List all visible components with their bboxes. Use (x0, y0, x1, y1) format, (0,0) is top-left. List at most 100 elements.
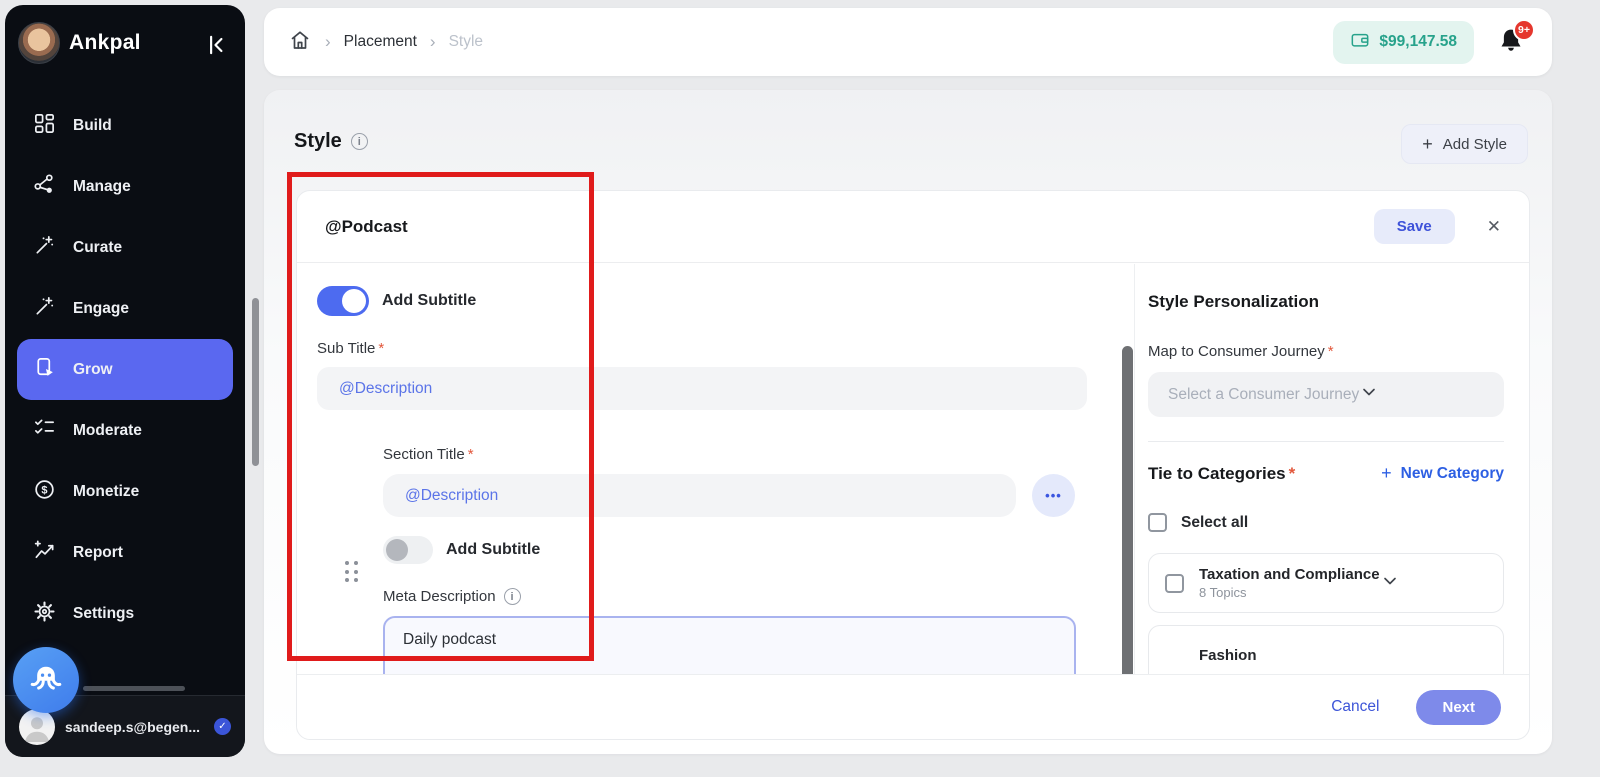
next-button[interactable]: Next (1416, 690, 1501, 725)
magic-wand-icon (33, 295, 56, 323)
sidebar-item-moderate[interactable]: Moderate (17, 400, 233, 461)
section-add-subtitle-toggle[interactable] (383, 536, 433, 564)
info-icon[interactable]: i (351, 133, 368, 150)
share-nodes-icon (33, 173, 56, 201)
more-options-button[interactable]: ••• (1032, 474, 1075, 517)
add-style-button[interactable]: + Add Style (1401, 124, 1528, 164)
required-asterisk: * (1328, 343, 1334, 360)
meta-description-label: Meta Description (383, 588, 496, 605)
card-footer: Cancel Next (297, 674, 1529, 739)
breadcrumb-placement[interactable]: Placement (344, 33, 417, 51)
sidebar-header: Ankpal (5, 5, 245, 83)
save-button[interactable]: Save (1374, 209, 1455, 244)
breadcrumb: › Placement › Style (288, 28, 483, 57)
user-email: sandeep.s@begen... (65, 719, 200, 735)
wallet-balance: $99,147.58 (1379, 33, 1457, 51)
form-scrollbar[interactable] (1122, 346, 1133, 674)
sidebar-item-label: Report (73, 544, 123, 562)
breadcrumb-separator: › (430, 32, 436, 52)
sidebar-item-report[interactable]: Report (17, 522, 233, 583)
toggle-knob (342, 289, 366, 313)
category-texts: Taxation and Compliance 8 Topics (1199, 566, 1380, 600)
assistant-octopus-button[interactable] (13, 647, 79, 713)
home-icon[interactable] (288, 28, 312, 57)
meta-description-label-row: Meta Description i (383, 588, 521, 605)
ankpal-app: Ankpal Build Manage Curate Engage (0, 0, 1600, 777)
section-title-input[interactable] (383, 474, 1016, 517)
categories-title: Tie to Categories* (1148, 464, 1295, 484)
sidebar-item-grow[interactable]: Grow (17, 339, 233, 400)
sidebar-item-label: Settings (73, 605, 134, 623)
notification-count-badge: 9+ (1513, 19, 1535, 41)
wallet-balance-pill[interactable]: $99,147.58 (1333, 21, 1474, 64)
sidebar-item-curate[interactable]: Curate (17, 217, 233, 278)
cancel-button[interactable]: Cancel (1331, 698, 1379, 716)
notifications-button[interactable]: 9+ (1496, 25, 1528, 59)
toggle-knob (386, 539, 408, 561)
sidebar-item-settings[interactable]: Settings (17, 583, 233, 644)
page-title: Style (294, 130, 342, 153)
new-category-button[interactable]: + New Category (1381, 463, 1504, 484)
sidebar-vertical-scrollbar[interactable] (252, 298, 259, 466)
sidebar-item-manage[interactable]: Manage (17, 156, 233, 217)
workspace-avatar[interactable] (18, 22, 60, 64)
sidebar-horizontal-scrollbar[interactable] (83, 686, 185, 691)
meta-description-textarea[interactable]: Daily podcast (383, 616, 1076, 674)
sidebar-item-build[interactable]: Build (17, 95, 233, 156)
drag-handle[interactable] (345, 561, 358, 582)
divider (1148, 441, 1504, 442)
sidebar-item-label: Engage (73, 300, 129, 318)
style-editor-card: @Podcast Save ✕ Add Subtitle Sub Title* … (296, 190, 1530, 740)
required-asterisk: * (378, 340, 384, 357)
close-icon[interactable]: ✕ (1487, 217, 1501, 237)
breadcrumb-style: Style (449, 33, 483, 51)
personalization-title: Style Personalization (1148, 292, 1504, 312)
style-form: Add Subtitle Sub Title* Section Title* •… (317, 264, 1117, 674)
sidebar-item-label: Build (73, 117, 112, 135)
required-asterisk: * (468, 446, 474, 463)
add-style-label: Add Style (1443, 136, 1507, 153)
plus-icon: + (1422, 134, 1433, 155)
sidebar-item-label: Manage (73, 178, 131, 196)
sidebar-item-label: Grow (73, 361, 113, 379)
category-card-fashion[interactable]: Fashion (1148, 625, 1504, 674)
style-personalization-panel: Style Personalization Map to Consumer Jo… (1134, 264, 1529, 674)
chevron-down-icon (1359, 382, 1379, 407)
select-all-row: Select all (1148, 513, 1504, 532)
topbar: › Placement › Style $99,147.58 9+ (264, 8, 1552, 76)
add-subtitle-toggle-row: Add Subtitle (317, 286, 476, 316)
sidebar-item-monetize[interactable]: $ Monetize (17, 461, 233, 522)
category-topics-count: 8 Topics (1199, 585, 1380, 600)
select-all-checkbox[interactable] (1148, 513, 1167, 532)
bell-icon (1496, 44, 1526, 61)
category-texts: Fashion (1199, 647, 1257, 664)
main-panel: Style i + Add Style @Podcast Save ✕ Add … (264, 90, 1552, 754)
page-title-row: Style i (294, 130, 368, 153)
magic-wand-icon (33, 234, 56, 262)
verified-badge-icon: ✓ (214, 718, 231, 735)
category-card-taxation[interactable]: Taxation and Compliance 8 Topics (1148, 553, 1504, 613)
sub-title-input[interactable] (317, 367, 1087, 410)
info-icon[interactable]: i (504, 588, 521, 605)
topbar-right: $99,147.58 9+ (1333, 21, 1528, 64)
sidebar-item-label: Curate (73, 239, 122, 257)
sub-title-label: Sub Title* (317, 340, 384, 357)
chevron-down-icon[interactable] (1380, 571, 1400, 596)
svg-text:$: $ (41, 484, 47, 496)
device-share-icon (33, 356, 56, 384)
add-subtitle-toggle[interactable] (317, 286, 369, 316)
style-name: @Podcast (325, 217, 408, 237)
category-checkbox[interactable] (1165, 574, 1184, 593)
sidebar-item-label: Monetize (73, 483, 139, 501)
collapse-sidebar-icon[interactable] (203, 32, 229, 58)
trend-chart-icon (33, 539, 56, 567)
toggle-label: Add Subtitle (446, 541, 540, 559)
new-category-label: New Category (1401, 465, 1504, 483)
card-header: @Podcast Save ✕ (297, 191, 1529, 263)
select-placeholder: Select a Consumer Journey (1168, 386, 1359, 404)
consumer-journey-select[interactable]: Select a Consumer Journey (1148, 372, 1504, 417)
sidebar-item-engage[interactable]: Engage (17, 278, 233, 339)
required-asterisk: * (1289, 464, 1296, 483)
gear-icon (33, 600, 56, 628)
categories-header-row: Tie to Categories* + New Category (1148, 463, 1504, 484)
